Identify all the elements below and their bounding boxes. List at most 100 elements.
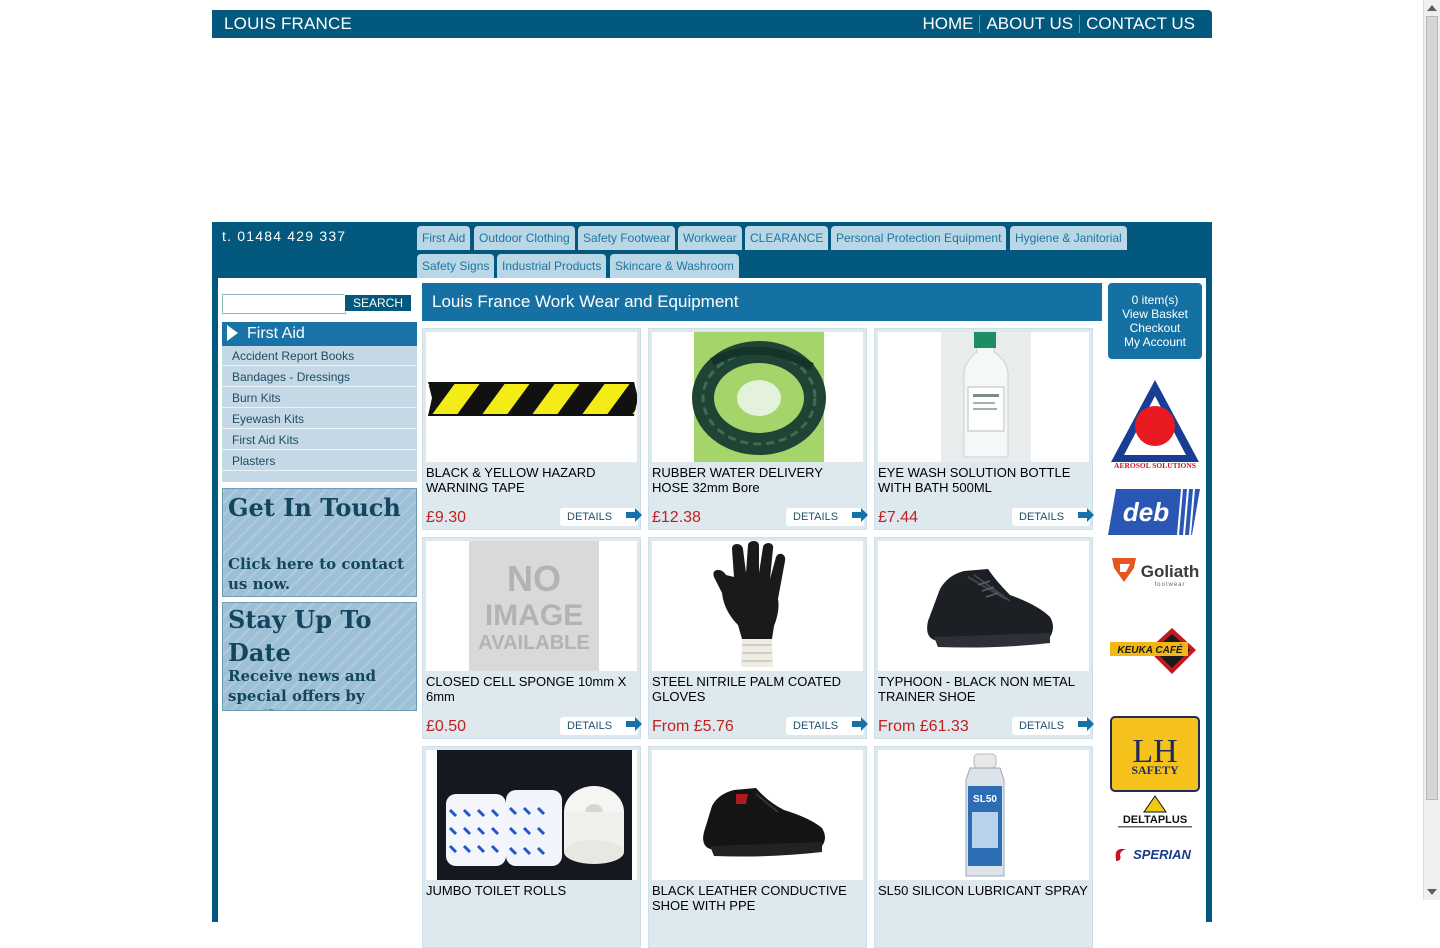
subcategory-accident-report-books[interactable]: Accident Report Books <box>222 346 417 366</box>
newsletter-promo-heading: Stay Up To <box>228 605 372 634</box>
details-label: DETAILS <box>1019 720 1065 732</box>
details-button[interactable]: DETAILS <box>1012 508 1094 526</box>
eyewash-bottle-image <box>941 332 1031 462</box>
product-image[interactable] <box>426 332 637 462</box>
spray-can-label: SL50 <box>973 794 997 805</box>
product-name[interactable]: SL50 SILICON LUBRICANT SPRAY <box>878 883 1088 898</box>
tab-clearance[interactable]: CLEARANCE <box>745 226 829 250</box>
lh-safety-logo[interactable]: LH SAFETY <box>1108 716 1202 792</box>
search-input[interactable] <box>222 294 346 314</box>
tab-first-aid[interactable]: First Aid <box>417 226 471 250</box>
newsletter-promo-heading: Date <box>228 638 291 667</box>
product-name[interactable]: BLACK & YELLOW HAZARD WARNING TAPE <box>426 465 636 495</box>
top-header-bar: LOUIS FRANCE HOME ABOUT US CONTACT US <box>212 10 1212 38</box>
site-brand[interactable]: LOUIS FRANCE <box>224 14 352 34</box>
deb-logo[interactable]: deb <box>1108 488 1202 536</box>
details-button[interactable]: DETAILS <box>786 717 868 735</box>
product-card: TYPHOON - BLACK NON METAL TRAINER SHOE F… <box>874 537 1094 739</box>
product-image[interactable]: NO IMAGE AVAILABLE <box>426 541 637 671</box>
tab-skincare-washroom[interactable]: Skincare & Washroom <box>610 254 739 278</box>
product-image[interactable] <box>878 332 1089 462</box>
product-price: From £61.33 <box>878 718 969 735</box>
details-label: DETAILS <box>793 720 839 732</box>
contact-promo-banner[interactable]: Get In Touch Click here to contact us no… <box>222 488 417 597</box>
scrollbar-thumb[interactable] <box>1426 16 1438 800</box>
my-account-link[interactable]: My Account <box>1108 335 1202 349</box>
category-heading-label: First Aid <box>247 325 305 342</box>
aerosol-solutions-text: AEROSOL SOLUTIONS <box>1114 461 1196 470</box>
product-price: £12.38 <box>652 509 701 526</box>
sperian-logo[interactable]: SPERIAN <box>1108 845 1202 865</box>
trainer-shoe-image <box>927 569 1053 648</box>
keuka-cafe-logo-image: KEUKA CAFÉ <box>1110 628 1196 674</box>
nav-home-link[interactable]: HOME <box>916 14 979 34</box>
arrow-right-icon <box>1078 717 1094 731</box>
product-image[interactable] <box>652 750 863 880</box>
product-card: STEEL NITRILE PALM COATED GLOVES From £5… <box>648 537 868 739</box>
product-name[interactable]: CLOSED CELL SPONGE 10mm X 6mm <box>426 674 636 704</box>
product-name[interactable]: BLACK LEATHER CONDUCTIVE SHOE WITH PPE <box>652 883 862 913</box>
tab-workwear[interactable]: Workwear <box>678 226 742 250</box>
product-card: RUBBER WATER DELIVERY HOSE 32mm Bore £12… <box>648 328 868 530</box>
tab-safety-signs[interactable]: Safety Signs <box>417 254 495 278</box>
goliath-text: Goliath <box>1141 562 1200 581</box>
product-image[interactable] <box>426 750 637 880</box>
product-card: EYE WASH SOLUTION BOTTLE WITH BATH 500ML… <box>874 328 1094 530</box>
newsletter-promo-text: special offers by email. <box>228 687 365 710</box>
newsletter-promo-text: Receive news and <box>228 667 377 685</box>
lh-safety-text: SAFETY <box>1131 763 1179 777</box>
product-name[interactable]: STEEL NITRILE PALM COATED GLOVES <box>652 674 862 704</box>
details-button[interactable]: DETAILS <box>560 717 642 735</box>
product-price: £7.44 <box>878 509 919 526</box>
details-label: DETAILS <box>567 720 613 732</box>
goliath-logo[interactable]: Goliath footwear <box>1108 556 1202 588</box>
view-basket-link[interactable]: View Basket <box>1108 307 1202 321</box>
details-button[interactable]: DETAILS <box>560 508 642 526</box>
product-image[interactable] <box>878 541 1089 671</box>
details-label: DETAILS <box>793 511 839 523</box>
category-heading[interactable]: First Aid <box>222 322 417 346</box>
phone-number: t. 01484 429 337 <box>222 228 347 244</box>
subcategory-plasters[interactable]: Plasters <box>222 451 417 471</box>
subcategory-bandages-dressings[interactable]: Bandages - Dressings <box>222 367 417 387</box>
product-image[interactable] <box>652 541 863 671</box>
goliath-subtext: footwear <box>1154 582 1185 588</box>
newsletter-promo-banner[interactable]: Stay Up To Date Receive news and special… <box>222 602 417 711</box>
vertical-scrollbar[interactable] <box>1423 0 1440 900</box>
nav-contact-link[interactable]: CONTACT US <box>1080 14 1201 34</box>
subcategory-burn-kits[interactable]: Burn Kits <box>222 388 417 408</box>
top-navigation: HOME ABOUT US CONTACT US <box>916 14 1201 34</box>
details-button[interactable]: DETAILS <box>1012 717 1094 735</box>
checkout-link[interactable]: Checkout <box>1108 321 1202 335</box>
product-name[interactable]: TYPHOON - BLACK NON METAL TRAINER SHOE <box>878 674 1088 704</box>
subcategory-first-aid-kits[interactable]: First Aid Kits <box>222 430 417 450</box>
aerosol-solutions-logo[interactable]: AEROSOL SOLUTIONS <box>1108 378 1202 470</box>
details-button[interactable]: DETAILS <box>786 508 868 526</box>
deltaplus-logo-image: DELTAPLUS <box>1118 795 1192 828</box>
lh-safety-logo-image: LH SAFETY <box>1110 716 1200 792</box>
tab-personal-protection-equipment[interactable]: Personal Protection Equipment <box>831 226 1007 250</box>
scroll-down-arrow-icon[interactable] <box>1427 889 1437 895</box>
product-name[interactable]: RUBBER WATER DELIVERY HOSE 32mm Bore <box>652 465 862 495</box>
nav-about-link[interactable]: ABOUT US <box>980 14 1079 34</box>
tab-safety-footwear[interactable]: Safety Footwear <box>578 226 676 250</box>
chevron-right-icon <box>227 325 238 341</box>
deltaplus-text: DELTAPLUS <box>1123 814 1187 826</box>
glove-image <box>713 541 786 667</box>
product-image[interactable]: SL50 <box>878 750 1089 880</box>
details-label: DETAILS <box>567 511 613 523</box>
tab-industrial-products[interactable]: Industrial Products <box>497 254 607 278</box>
product-image[interactable] <box>652 332 863 462</box>
toilet-rolls-image <box>437 750 632 880</box>
keuka-cafe-logo[interactable]: KEUKA CAFÉ <box>1108 626 1202 676</box>
page-title: Louis France Work Wear and Equipment <box>422 283 1102 321</box>
product-name[interactable]: EYE WASH SOLUTION BOTTLE WITH BATH 500ML <box>878 465 1088 495</box>
scroll-up-arrow-icon[interactable] <box>1427 5 1437 11</box>
product-name[interactable]: JUMBO TOILET ROLLS <box>426 883 636 898</box>
tab-hygiene-janitorial[interactable]: Hygiene & Janitorial <box>1010 226 1127 250</box>
arrow-right-icon <box>1078 508 1094 522</box>
search-button[interactable]: SEARCH <box>344 294 412 312</box>
tab-outdoor-clothing[interactable]: Outdoor Clothing <box>474 226 575 250</box>
deltaplus-logo[interactable]: DELTAPLUS <box>1108 794 1202 830</box>
subcategory-eyewash-kits[interactable]: Eyewash Kits <box>222 409 417 429</box>
